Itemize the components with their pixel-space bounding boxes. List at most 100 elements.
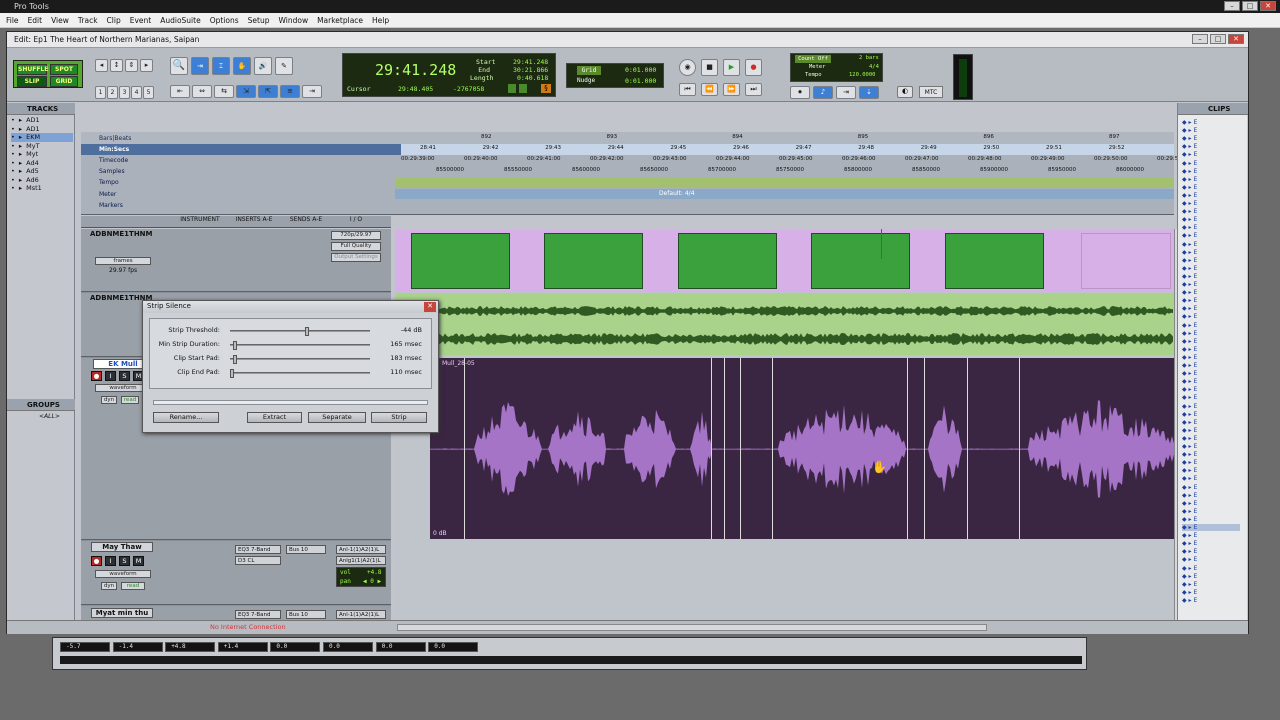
meter-ruler-lane[interactable]: Default: 4/4 (395, 189, 1174, 199)
clips-panel-title[interactable]: CLIPS (1178, 103, 1248, 115)
edit-minimize-icon[interactable]: – (1192, 34, 1208, 44)
clip-list-item[interactable]: ◆ ▸ E (1182, 548, 1240, 555)
video-format-selector[interactable]: 720p/29.97 (331, 231, 381, 240)
lower-tracks-lane[interactable] (395, 541, 1174, 625)
clip-boundary[interactable] (711, 358, 712, 539)
threshold-value[interactable]: -44 dB (376, 326, 422, 334)
extract-button[interactable]: Extract (247, 412, 302, 423)
meter-value[interactable]: 4/4 (869, 64, 879, 70)
menu-marketplace[interactable]: Marketplace (317, 16, 363, 25)
instrument-column-header[interactable]: INSTRUMENT (173, 216, 227, 227)
clip-list-item[interactable]: ◆ ▸ E (1182, 540, 1240, 547)
track-expand-icon[interactable]: ▸ (19, 133, 22, 142)
video-output-settings[interactable]: Output Settings (331, 253, 381, 262)
track-expand-icon[interactable]: ▸ (19, 176, 22, 185)
groups-all[interactable]: <ALL> (39, 413, 60, 420)
track-visible-dot[interactable]: • (11, 142, 15, 151)
clip-list-item[interactable]: ◆ ▸ E (1182, 119, 1240, 126)
clip-list-item[interactable]: ◆ ▸ E (1182, 516, 1240, 523)
separate-button[interactable]: Separate (308, 412, 366, 423)
tab-to-transient-icon[interactable]: ⇤ (170, 85, 190, 98)
video-frames-selector[interactable]: frames (95, 257, 151, 265)
track-list-item[interactable]: • ▸ AD1 (11, 125, 73, 134)
menu-window[interactable]: Window (279, 16, 309, 25)
clip-list-item[interactable]: ◆ ▸ E (1182, 160, 1240, 167)
edit-close-icon[interactable]: ✕ (1228, 34, 1244, 44)
clip-list-item[interactable]: ◆ ▸ E (1182, 362, 1240, 369)
grid-mode-button[interactable]: GRID (50, 76, 78, 87)
min-duration-slider[interactable] (230, 341, 370, 350)
clip-list-item[interactable]: ◆ ▸ E (1182, 556, 1240, 563)
clip-list-item[interactable]: ◆ ▸ E (1182, 451, 1240, 458)
track-visible-dot[interactable]: • (11, 125, 15, 134)
track-expand-icon[interactable]: ▸ (19, 150, 22, 159)
clip-list-item[interactable]: ◆ ▸ E (1182, 354, 1240, 361)
clip-list-item[interactable]: ◆ ▸ E (1182, 597, 1240, 604)
clip-list-item[interactable]: ◆ ▸ E (1182, 427, 1240, 434)
cursor-icon-a[interactable] (508, 84, 516, 93)
clip-boundary[interactable] (740, 358, 741, 539)
may-read-button[interactable]: read (121, 582, 145, 590)
mirror-midi-icon[interactable]: ≡ (280, 85, 300, 98)
io-column-header[interactable]: I / O (331, 216, 381, 227)
play-icon[interactable]: ▶ (723, 59, 740, 76)
track-visible-dot[interactable]: • (11, 159, 15, 168)
clip-boundary[interactable] (1019, 358, 1020, 539)
clip-list-item[interactable]: ◆ ▸ E (1182, 143, 1240, 150)
tracks-panel-title[interactable]: TRACKS (7, 103, 75, 115)
menu-options[interactable]: Options (210, 16, 239, 25)
return-to-zero-icon[interactable]: ⏮ (679, 83, 696, 96)
scrubber-tool-icon[interactable]: 🔊 (254, 57, 272, 75)
clip-boundary[interactable] (924, 358, 925, 539)
clip-list-item[interactable]: ◆ ▸ E (1182, 370, 1240, 377)
insertion-follows-icon[interactable]: ⇲ (236, 85, 256, 98)
clip-list-item[interactable]: ◆ ▸ E (1182, 581, 1240, 588)
track-list-item[interactable]: • ▸ MyT (11, 142, 73, 151)
wait-for-note-icon[interactable]: ⏺ (790, 86, 810, 99)
cursor-icon-b[interactable] (519, 84, 527, 93)
ek-read-button[interactable]: read (121, 396, 139, 404)
stop-icon[interactable]: ■ (701, 59, 718, 76)
min-duration-value[interactable]: 165 msec (376, 340, 422, 348)
clip-list-item[interactable]: ◆ ▸ E (1182, 419, 1240, 426)
clip-list-item[interactable]: ◆ ▸ E (1182, 232, 1240, 239)
zoom-preset-4[interactable]: 4 (131, 86, 142, 99)
track-list-item[interactable]: • ▸ EKM (11, 133, 73, 142)
track-expand-icon[interactable]: ▸ (19, 116, 22, 125)
clip-boundary[interactable] (907, 358, 908, 539)
may-track-name[interactable]: May Thaw (91, 542, 153, 552)
edit-maximize-icon[interactable]: □ (1210, 34, 1226, 44)
track-visible-dot[interactable]: • (11, 184, 15, 193)
selector-tool-icon[interactable]: ⌶ (212, 57, 230, 75)
menu-setup[interactable]: Setup (248, 16, 270, 25)
ek-input-button[interactable]: I (105, 371, 116, 381)
myat-insert-a[interactable]: EQ3 7-Band (235, 610, 281, 619)
menu-event[interactable]: Event (130, 16, 152, 25)
clip-list-item[interactable]: ◆ ▸ E (1182, 394, 1240, 401)
end-pad-slider[interactable] (230, 369, 370, 378)
countoff-icon[interactable]: ⇥ (836, 86, 856, 99)
video-track-name[interactable]: ADBNME1THNM (90, 230, 156, 240)
video-track-lane[interactable] (395, 230, 1174, 292)
clip-list-item[interactable]: ◆ ▸ E (1182, 305, 1240, 312)
clip-list-item[interactable]: ◆ ▸ E (1182, 257, 1240, 264)
track-list-item[interactable]: • ▸ Ad4 (11, 159, 73, 168)
rewind-icon[interactable]: ⏪ (701, 83, 718, 96)
markers-ruler-label[interactable]: Markers (99, 200, 123, 211)
link-timeline-icon[interactable]: ⇔ (192, 85, 212, 98)
may-vol-value[interactable]: +4.8 (367, 569, 381, 576)
track-list-item[interactable]: • ▸ AD1 (11, 116, 73, 125)
nudge-label[interactable]: Nudge (577, 77, 595, 84)
clip-list-item[interactable]: ◆ ▸ E (1182, 411, 1240, 418)
trim-tool-icon[interactable]: ⇥ (191, 57, 209, 75)
may-input-selector[interactable]: Anl-1(1)A2(1)L (336, 545, 386, 554)
start-pad-slider-knob[interactable] (232, 355, 237, 364)
menu-audiosuite[interactable]: AudioSuite (160, 16, 200, 25)
close-icon[interactable]: ✕ (1260, 1, 1276, 11)
shuffle-mode-button[interactable]: SHUFFLE (17, 64, 48, 75)
may-record-button[interactable]: ● (91, 556, 102, 566)
clip-list-item[interactable]: ◆ ▸ E (1182, 338, 1240, 345)
track-visible-dot[interactable]: • (11, 116, 15, 125)
may-output-selector[interactable]: Anlg1(1)A2(1)L (336, 556, 386, 565)
clip-list-item[interactable]: ◆ ▸ E (1182, 492, 1240, 499)
